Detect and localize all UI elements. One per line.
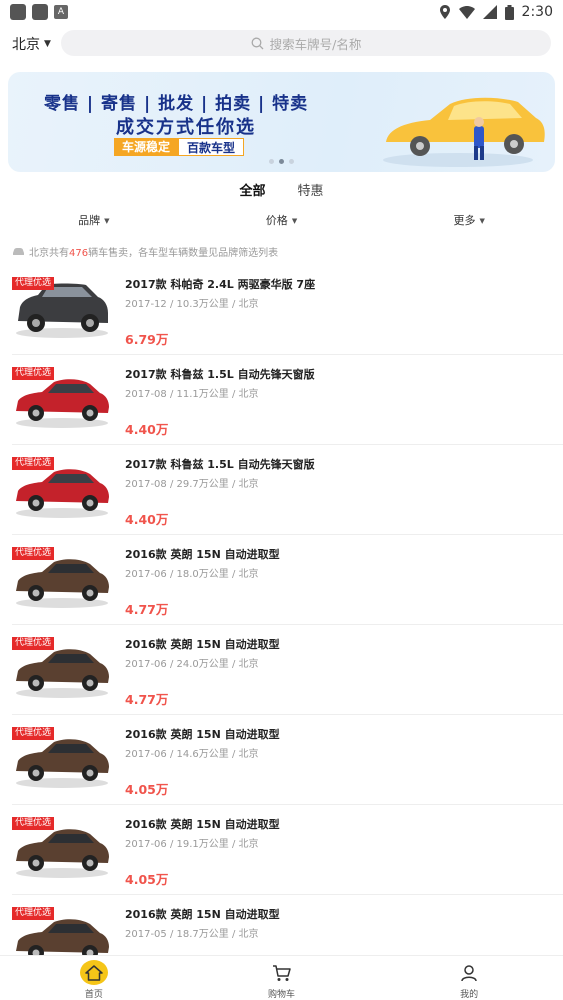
summary-count: 476 [69,248,89,259]
filter-brand[interactable]: 品牌 ▼ [0,212,188,232]
listing-title: 2016款 英朗 15N 自动进取型 [125,908,280,921]
search-input[interactable]: 搜索车牌号/名称 [61,30,551,56]
caret-down-icon: ▼ [291,217,298,225]
tab-special[interactable]: 特惠 [298,180,324,202]
listing-meta: 2017-06 / 19.1万公里 / 北京 [125,839,259,850]
listing-item[interactable]: 代理优选 2016款 英朗 15N 自动进取型 2017-06 / 18.0万公里 … [12,535,563,625]
banner-tag-models: 百款车型 [178,138,245,156]
status-bar: A 2:30 [0,0,563,24]
wifi-icon [458,5,475,19]
banner-headline: 零售 | 寄售 | 批发 | 拍卖 | 特卖 [44,94,309,114]
caret-down-icon: ▼ [44,39,51,49]
listing-meta: 2017-06 / 14.6万公里 / 北京 [125,749,259,760]
listing-badge: 代理优选 [12,457,55,470]
banner-dot[interactable] [269,159,274,164]
listing-title: 2016款 英朗 15N 自动进取型 [125,818,280,831]
listing-item[interactable]: 代理优选 2017款 科鲁兹 1.5L 自动先锋天窗版 2017-08 / 11.1… [12,355,563,445]
inventory-summary: 北京共有476辆车售卖，各车型车辆数量见品牌筛选列表 [12,244,278,259]
user-icon [455,960,483,985]
listing-meta: 2017-08 / 11.1万公里 / 北京 [125,389,259,400]
listing-meta: 2017-06 / 18.0万公里 / 北京 [125,569,259,580]
home-icon [79,960,108,985]
listing-title: 2016款 英朗 15N 自动进取型 [125,548,280,561]
caret-down-icon: ▼ [479,217,485,225]
listing-item[interactable]: 代理优选 2017款 科鲁兹 1.5L 自动先锋天窗版 2017-08 / 29.7… [12,445,563,535]
listing-price: 4.77万 [125,692,169,707]
listing-price: 6.79万 [125,332,169,347]
promo-banner[interactable]: 零售 | 寄售 | 批发 | 拍卖 | 特卖 成交方式任你选 车源稳定 百款车型 [8,72,555,172]
nav-cart-label: 购物车 [268,990,296,1000]
listing-badge: 代理优选 [12,637,55,650]
tab-all[interactable]: 全部 [239,180,266,202]
listing-badge: 代理优选 [12,547,55,560]
city-label: 北京 [12,37,40,53]
banner-slogan: 成交方式任你选 [116,117,256,138]
listing-item[interactable]: 代理优选 2016款 英朗 15N 自动进取型 2017-06 / 14.6万公里 … [12,715,563,805]
listing-meta: 2017-05 / 18.7万公里 / 北京 [125,929,259,940]
status-time: 2:30 [521,4,553,20]
listing-meta: 2017-12 / 10.3万公里 / 北京 [125,299,259,310]
filter-bar: 品牌 ▼ 价格 ▼ 更多 ▼ [0,212,563,232]
banner-tags: 车源稳定 百款车型 [114,138,245,156]
nav-mine-label: 我的 [460,990,479,1000]
listing-title: 2016款 英朗 15N 自动进取型 [125,638,280,651]
city-selector[interactable]: 北京 ▼ [0,34,58,54]
listing-title: 2017款 科鲁兹 1.5L 自动先锋天窗版 [125,368,315,381]
listing-meta: 2017-08 / 29.7万公里 / 北京 [125,479,259,490]
status-right: 2:30 [439,4,553,20]
listing-item[interactable]: 代理优选 2016款 英朗 15N 自动进取型 2017-06 / 24.0万公里 … [12,625,563,715]
listing-item[interactable]: 代理优选 2017款 科帕奇 2.4L 两驱豪华版 7座 2017-12 / 10.… [12,265,563,355]
banner-tag-stable: 车源稳定 [114,138,179,156]
summary-suffix: 辆车售卖，各车型车辆数量见品牌筛选列表 [88,248,279,259]
nav-home-label: 首页 [84,990,103,1000]
listing-badge: 代理优选 [12,367,55,380]
nav-mine[interactable]: 我的 [375,956,563,1000]
listing-title: 2017款 科鲁兹 1.5L 自动先锋天窗版 [125,458,315,471]
banner-dot-active[interactable] [279,159,284,164]
notification-icon [10,4,26,20]
car-icon [13,248,24,255]
caret-down-icon: ▼ [104,217,110,225]
location-icon [439,5,450,19]
listing-badge: 代理优选 [12,907,55,920]
search-placeholder: 搜索车牌号/名称 [269,36,362,52]
filter-price[interactable]: 价格 ▼ [188,212,376,232]
status-left: A [10,4,68,20]
listing-price: 4.05万 [125,782,169,797]
filter-more[interactable]: 更多 ▼ [375,212,563,232]
listing-price: 4.40万 [125,512,169,527]
listing-price: 4.05万 [125,872,169,887]
category-tabs: 全部 特惠 [0,180,563,202]
signal-icon [482,5,497,19]
car-listing: 代理优选 2017款 科帕奇 2.4L 两驱豪华版 7座 2017-12 / 10.… [0,265,563,985]
listing-badge: 代理优选 [12,817,55,830]
summary-prefix: 北京共有 [29,248,69,259]
cart-icon [268,960,296,985]
search-icon [251,37,264,49]
listing-item[interactable]: 代理优选 2016款 英朗 15N 自动进取型 2017-06 / 19.1万公里 … [12,805,563,895]
listing-title: 2017款 科帕奇 2.4L 两驱豪华版 7座 [125,278,316,291]
banner-pagination [8,159,555,164]
filter-price-label: 价格 [265,214,288,227]
filter-more-label: 更多 [453,214,476,227]
listing-price: 4.40万 [125,422,169,437]
app-a-icon: A [54,5,68,19]
listing-title: 2016款 英朗 15N 自动进取型 [125,728,280,741]
listing-badge: 代理优选 [12,277,55,290]
nav-home[interactable]: 首页 [0,956,188,1000]
banner-car-illustration [383,97,545,167]
battery-icon [504,4,514,20]
filter-brand-label: 品牌 [78,214,101,227]
listing-meta: 2017-06 / 24.0万公里 / 北京 [125,659,259,670]
top-header: 北京 ▼ 搜索车牌号/名称 [0,30,563,58]
listing-badge: 代理优选 [12,727,55,740]
notification-icon [32,4,48,20]
banner-dot[interactable] [289,159,294,164]
nav-cart[interactable]: 购物车 [188,956,376,1000]
listing-price: 4.77万 [125,602,169,617]
bottom-nav: 首页 购物车 我的 [0,955,563,1000]
